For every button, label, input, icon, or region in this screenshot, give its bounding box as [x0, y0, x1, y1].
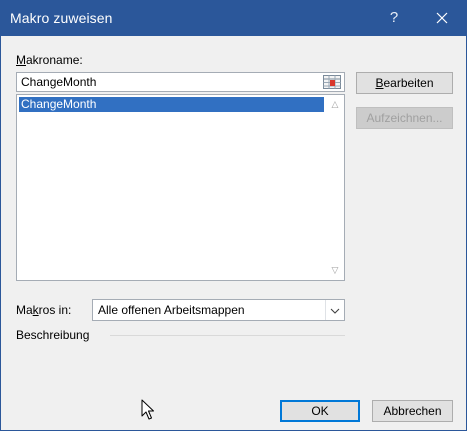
mouse-pointer-icon — [141, 399, 155, 421]
macros-in-value: Alle offenen Arbeitsmappen — [98, 303, 245, 317]
macros-in-dropdown[interactable]: Alle offenen Arbeitsmappen — [92, 299, 345, 321]
ok-button[interactable]: OK — [280, 400, 360, 422]
macro-list[interactable]: ChangeMonth △ ▽ — [16, 94, 345, 281]
macro-name-input[interactable]: ChangeMonth — [16, 72, 345, 92]
help-button[interactable]: ? — [382, 6, 406, 30]
record-button[interactable]: Aufzeichnen... — [356, 107, 453, 129]
range-select-icon[interactable] — [322, 74, 342, 90]
scroll-down-icon[interactable]: ▽ — [327, 263, 343, 277]
chevron-down-icon[interactable] — [325, 300, 344, 320]
description-divider — [110, 335, 345, 336]
cancel-button[interactable]: Abbrechen — [372, 400, 453, 422]
window-title: Makro zuweisen — [10, 10, 113, 26]
scroll-up-icon[interactable]: △ — [327, 97, 343, 111]
description-label: Beschreibung — [16, 328, 90, 342]
list-item[interactable]: ChangeMonth — [19, 97, 324, 112]
edit-button[interactable]: Bearbeiten — [356, 72, 453, 94]
macro-name-value: ChangeMonth — [21, 75, 97, 89]
assign-macro-dialog: Makro zuweisen ? Makroname: ChangeMonth — [0, 0, 467, 431]
close-icon[interactable] — [427, 4, 457, 32]
title-bar: Makro zuweisen ? — [1, 1, 466, 36]
macro-name-label: Makroname: — [16, 53, 83, 67]
macros-in-label: Makros in: — [16, 303, 72, 317]
